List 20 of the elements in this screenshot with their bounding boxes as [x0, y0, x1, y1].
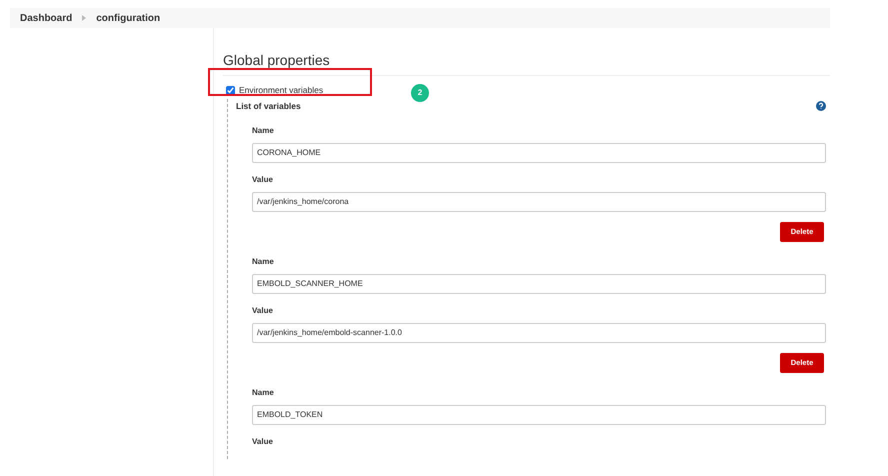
breadcrumb-link[interactable]: configuration: [96, 10, 160, 26]
field-label: Value: [252, 436, 274, 448]
section-heading: Global properties: [223, 50, 830, 76]
text-field[interactable]: EMBOLD_SCANNER_HOME: [252, 274, 826, 294]
step-badge: 2: [411, 84, 429, 102]
text-field[interactable]: /var/jenkins_home/embold-scanner-1.0.0: [252, 322, 826, 342]
field-label: Name: [252, 256, 275, 268]
list-label: List of variables: [236, 100, 301, 112]
text-field[interactable]: /var/jenkins_home/corona: [252, 192, 826, 212]
checkbox-label: Environment variables: [239, 84, 324, 97]
field-label: Name: [252, 124, 275, 136]
checkbox[interactable]: [226, 86, 235, 95]
chevron-icon: [82, 15, 86, 21]
text-field[interactable]: EMBOLD_TOKEN: [252, 404, 826, 424]
field-label: Name: [252, 386, 275, 398]
field-label: Value: [252, 174, 274, 186]
help-icon[interactable]: [816, 101, 826, 112]
field-label: Value: [252, 304, 274, 316]
breadcrumb-link[interactable]: Dashboard: [20, 10, 72, 26]
text-field[interactable]: CORONA_HOME: [252, 142, 826, 162]
